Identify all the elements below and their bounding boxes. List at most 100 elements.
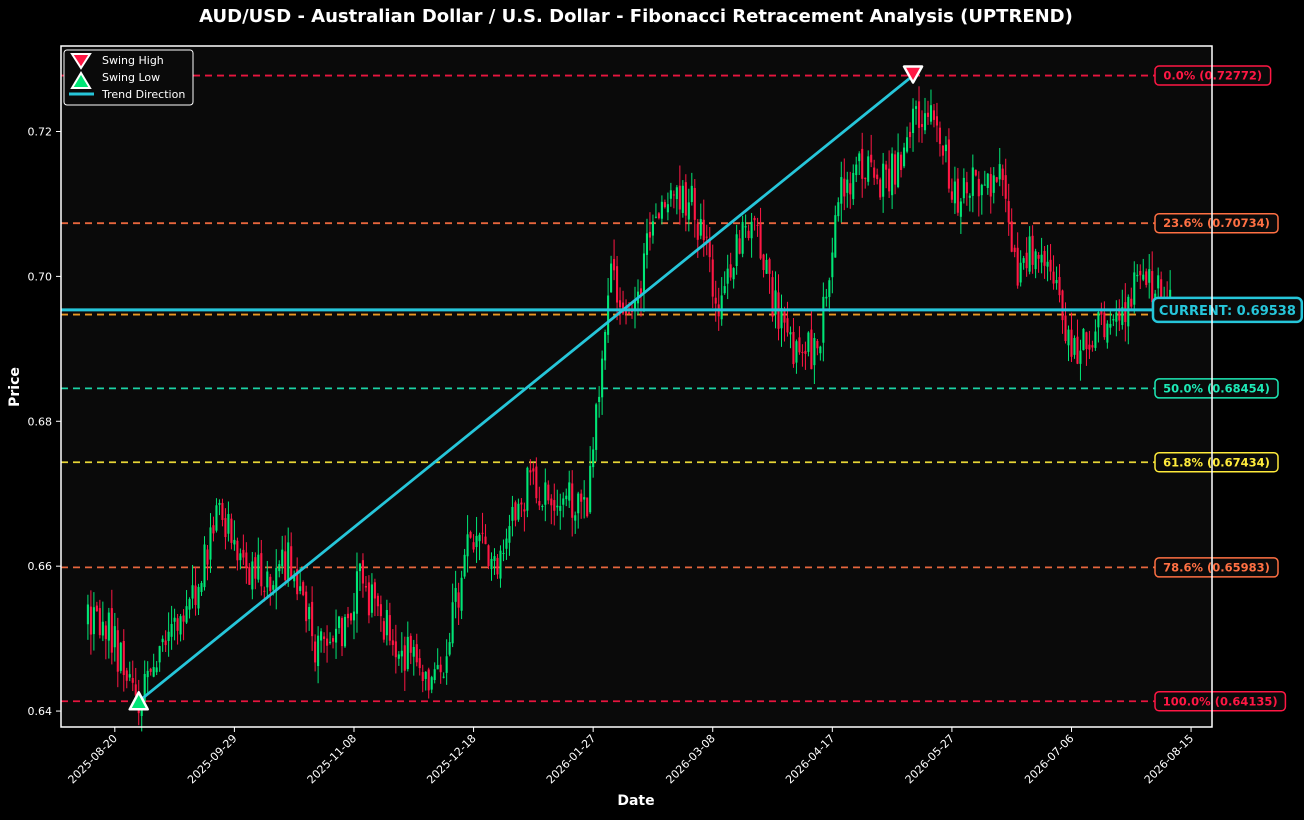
candle-body	[666, 204, 669, 213]
candle-body	[1142, 274, 1145, 280]
candle-body	[900, 154, 903, 171]
candle-body	[876, 174, 879, 180]
candle-body	[750, 221, 753, 239]
candle-body	[284, 551, 287, 581]
candle-body	[122, 641, 125, 676]
candle-body	[971, 167, 974, 196]
candle-body	[251, 561, 254, 590]
candle-body	[469, 531, 472, 538]
candle-body	[475, 535, 478, 547]
candle-body	[977, 178, 980, 197]
candle-body	[361, 560, 364, 584]
candle-body	[944, 144, 947, 152]
candle-body	[1124, 302, 1127, 323]
candle-body	[209, 527, 212, 560]
candle-body	[511, 506, 514, 521]
candle-body	[959, 201, 962, 217]
candle-body	[711, 259, 714, 297]
candle-body	[729, 264, 732, 278]
candle-body	[693, 188, 696, 220]
fib-label-text: 78.6% (0.65983)	[1163, 560, 1270, 574]
candle-body	[1151, 271, 1154, 303]
candle-body	[403, 645, 406, 671]
candle-body	[194, 585, 197, 605]
candle-body	[230, 518, 233, 543]
candle-body	[373, 582, 376, 599]
candle-body	[305, 591, 308, 622]
candle-body	[953, 181, 956, 204]
fibonacci-chart: 0.0% (0.72772) 23.6% (0.70734) 50.0% (0.68…	[0, 0, 1304, 816]
fib-label-text: 23.6% (0.70734)	[1163, 216, 1270, 230]
candle-body	[1004, 175, 1007, 199]
candle-body	[914, 106, 918, 109]
candle-body	[1031, 235, 1034, 265]
candle-body	[185, 606, 188, 623]
candle-body	[1034, 251, 1037, 270]
candle-body	[559, 505, 562, 511]
candle-body	[206, 549, 209, 565]
legend: Swing High Swing Low Trend Direction	[63, 49, 194, 106]
candle-body	[1160, 279, 1163, 299]
candle-body	[490, 558, 493, 570]
candle-body	[1136, 274, 1139, 277]
candle-body	[266, 571, 269, 588]
candle-body	[1010, 221, 1013, 252]
candle-body	[502, 552, 505, 554]
candle-body	[364, 586, 367, 588]
candle-body	[956, 178, 959, 213]
candle-body	[281, 549, 284, 567]
candle-body	[1088, 344, 1091, 350]
candle-body	[104, 625, 107, 640]
candle-body	[965, 182, 968, 194]
candle-body	[741, 222, 744, 254]
candle-body	[1127, 296, 1130, 327]
candle-body	[909, 131, 912, 138]
candle-body	[418, 658, 421, 669]
y-tick-label: 0.64	[28, 705, 53, 718]
candle-body	[358, 563, 362, 572]
candle-body	[487, 545, 490, 567]
candle-body	[314, 641, 317, 663]
candle-body	[714, 297, 717, 304]
candle-body	[421, 672, 424, 682]
candle-body	[1115, 312, 1118, 322]
candle-body	[980, 184, 983, 196]
candle-body	[1028, 236, 1031, 272]
candle-body	[998, 164, 1001, 180]
candle-body	[233, 539, 236, 545]
candle-body	[1016, 247, 1019, 286]
candle-body	[496, 557, 499, 575]
candle-body	[149, 668, 152, 672]
candle-body	[992, 175, 995, 193]
candle-body	[932, 110, 936, 120]
candle-body	[409, 635, 412, 653]
candle-body	[1037, 255, 1040, 259]
candle-body	[161, 638, 164, 643]
candle-body	[478, 534, 481, 542]
y-tick-label: 0.66	[28, 560, 53, 573]
candle-body	[747, 230, 750, 239]
candle-body	[607, 295, 610, 335]
candle-body	[257, 554, 260, 580]
candle-body	[337, 616, 341, 628]
candle-body	[329, 641, 332, 643]
candle-body	[1049, 259, 1052, 272]
candle-body	[935, 116, 939, 126]
candle-body	[1019, 262, 1022, 283]
candle-body	[926, 112, 930, 117]
candle-body	[308, 606, 311, 620]
candle-body	[1052, 271, 1055, 284]
candle-body	[906, 137, 909, 152]
candle-body	[589, 465, 592, 513]
fib-label-text: 61.8% (0.67434)	[1163, 455, 1270, 469]
candle-body	[170, 623, 173, 637]
candle-body	[424, 671, 427, 679]
candle-body	[756, 224, 759, 226]
candle-body	[376, 595, 379, 607]
candle-body	[1073, 337, 1076, 355]
candle-body	[1130, 298, 1133, 307]
candle-body	[903, 147, 906, 167]
candle-body	[164, 640, 167, 646]
current-price-label: CURRENT: 0.69538	[1159, 304, 1296, 319]
candle-body	[840, 177, 843, 204]
